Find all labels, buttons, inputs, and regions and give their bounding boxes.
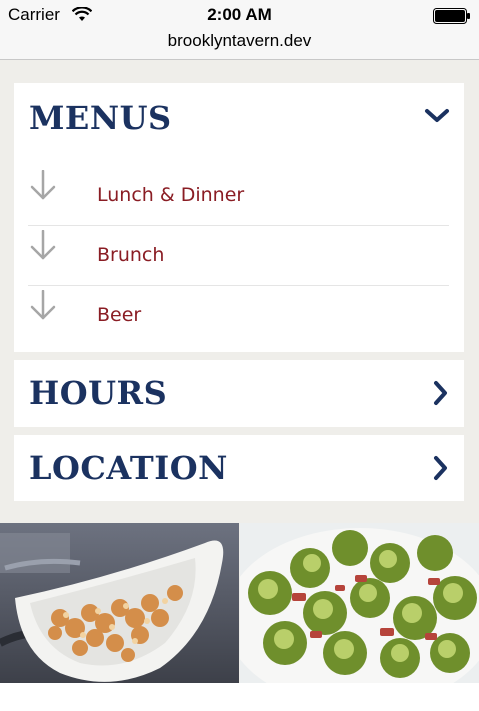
- chevron-right-icon[interactable]: [432, 380, 450, 410]
- battery-icon: [433, 8, 471, 28]
- chevron-right-icon[interactable]: [432, 455, 450, 485]
- menus-panel: MENUS Lunch & Dinner Brunch Beer: [14, 83, 464, 352]
- arrow-down-icon: [30, 169, 56, 204]
- hours-title: HOURS: [29, 374, 168, 412]
- page-footer-space: [0, 683, 479, 711]
- menu-item-label: Beer: [97, 304, 142, 326]
- arrow-down-icon: [30, 289, 56, 324]
- menus-header[interactable]: MENUS: [14, 83, 464, 159]
- menu-item-beer[interactable]: Beer: [28, 286, 449, 346]
- location-title: LOCATION: [29, 449, 228, 487]
- browser-chrome: Carrier 2:00 AM brooklyntavern.dev: [0, 0, 479, 60]
- menus-title: MENUS: [29, 99, 172, 137]
- location-panel[interactable]: LOCATION: [14, 435, 464, 501]
- clock: 2:00 AM: [207, 5, 272, 24]
- menu-item-label: Lunch & Dinner: [97, 184, 245, 206]
- menu-item-lunch-dinner[interactable]: Lunch & Dinner: [28, 166, 449, 226]
- menu-item-label: Brunch: [97, 244, 165, 266]
- photo-brussels-sprouts: [240, 523, 479, 683]
- hours-panel[interactable]: HOURS: [14, 360, 464, 427]
- photo-popcorn: [0, 523, 239, 683]
- url-bar[interactable]: brooklyntavern.dev: [0, 31, 479, 51]
- chevron-down-icon[interactable]: [424, 107, 450, 129]
- arrow-down-icon: [30, 229, 56, 264]
- menu-item-brunch[interactable]: Brunch: [28, 226, 449, 286]
